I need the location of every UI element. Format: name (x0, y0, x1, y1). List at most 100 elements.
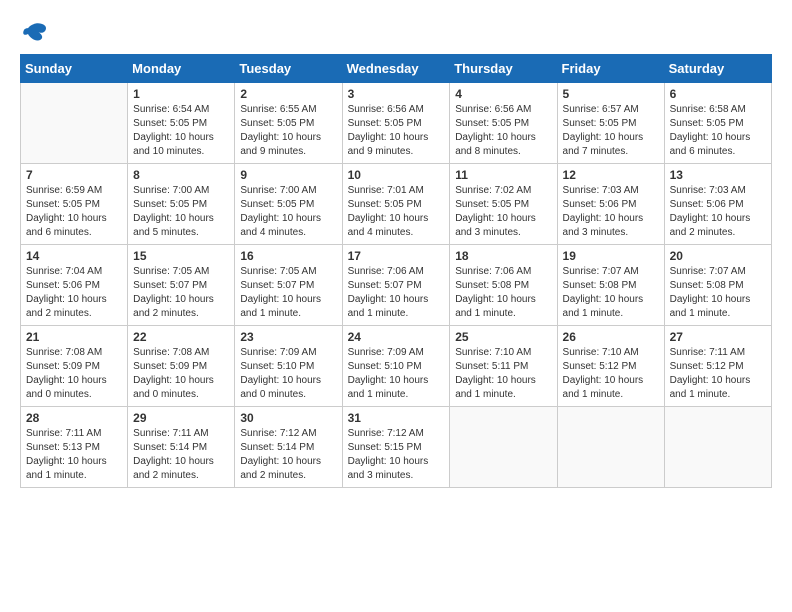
day-header-wednesday: Wednesday (342, 55, 450, 83)
day-header-saturday: Saturday (664, 55, 771, 83)
day-number: 16 (240, 249, 336, 263)
calendar-table: SundayMondayTuesdayWednesdayThursdayFrid… (20, 54, 772, 488)
calendar-cell: 22 Sunrise: 7:08 AM Sunset: 5:09 PM Dayli… (128, 326, 235, 407)
day-header-thursday: Thursday (450, 55, 557, 83)
day-number: 4 (455, 87, 551, 101)
day-number: 1 (133, 87, 229, 101)
day-number: 30 (240, 411, 336, 425)
day-info: Sunrise: 7:08 AM Sunset: 5:09 PM Dayligh… (133, 346, 229, 402)
day-number: 14 (26, 249, 122, 263)
calendar-week-row: 7 Sunrise: 6:59 AM Sunset: 5:05 PM Daylig… (21, 164, 772, 245)
day-info: Sunrise: 7:05 AM Sunset: 5:07 PM Dayligh… (133, 265, 229, 321)
calendar-week-row: 21 Sunrise: 7:08 AM Sunset: 5:09 PM Dayli… (21, 326, 772, 407)
day-info: Sunrise: 7:09 AM Sunset: 5:10 PM Dayligh… (240, 346, 336, 402)
calendar-cell: 14 Sunrise: 7:04 AM Sunset: 5:06 PM Dayli… (21, 245, 128, 326)
calendar-cell: 4Sunrise: 6:56 AM Sunset: 5:05 PM Daylig… (450, 83, 557, 164)
day-info: Sunrise: 7:10 AM Sunset: 5:12 PM Dayligh… (563, 346, 659, 402)
calendar-cell: 28 Sunrise: 7:11 AM Sunset: 5:13 PM Dayli… (21, 407, 128, 488)
day-info: Sunrise: 7:11 AM Sunset: 5:13 PM Dayligh… (26, 427, 122, 483)
day-info: Sunrise: 7:00 AM Sunset: 5:05 PM Dayligh… (133, 184, 229, 240)
day-number: 23 (240, 330, 336, 344)
day-info: Sunrise: 6:54 AM Sunset: 5:05 PM Dayligh… (133, 103, 229, 159)
calendar-cell: 24 Sunrise: 7:09 AM Sunset: 5:10 PM Dayli… (342, 326, 450, 407)
day-info: Sunrise: 7:11 AM Sunset: 5:12 PM Dayligh… (670, 346, 766, 402)
calendar-cell: 8Sunrise: 7:00 AM Sunset: 5:05 PM Daylig… (128, 164, 235, 245)
calendar-cell: 21 Sunrise: 7:08 AM Sunset: 5:09 PM Dayli… (21, 326, 128, 407)
day-info: Sunrise: 6:58 AM Sunset: 5:05 PM Dayligh… (670, 103, 766, 159)
calendar-week-row: 1 Sunrise: 6:54 AM Sunset: 5:05 PM Daylig… (21, 83, 772, 164)
day-number: 19 (563, 249, 659, 263)
calendar-cell: 19 Sunrise: 7:07 AM Sunset: 5:08 PM Dayli… (557, 245, 664, 326)
day-number: 25 (455, 330, 551, 344)
day-info: Sunrise: 7:03 AM Sunset: 5:06 PM Dayligh… (670, 184, 766, 240)
calendar-cell: 18 Sunrise: 7:06 AM Sunset: 5:08 PM Dayli… (450, 245, 557, 326)
day-number: 13 (670, 168, 766, 182)
day-info: Sunrise: 7:00 AM Sunset: 5:05 PM Dayligh… (240, 184, 336, 240)
day-number: 10 (348, 168, 445, 182)
day-info: Sunrise: 7:10 AM Sunset: 5:11 PM Dayligh… (455, 346, 551, 402)
day-number: 12 (563, 168, 659, 182)
day-number: 24 (348, 330, 445, 344)
day-info: Sunrise: 6:57 AM Sunset: 5:05 PM Dayligh… (563, 103, 659, 159)
day-number: 6 (670, 87, 766, 101)
day-number: 17 (348, 249, 445, 263)
day-header-sunday: Sunday (21, 55, 128, 83)
calendar-week-row: 28 Sunrise: 7:11 AM Sunset: 5:13 PM Dayli… (21, 407, 772, 488)
day-number: 5 (563, 87, 659, 101)
calendar-cell: 20Sunrise: 7:07 AM Sunset: 5:08 PM Dayli… (664, 245, 771, 326)
calendar-cell: 30 Sunrise: 7:12 AM Sunset: 5:14 PM Dayli… (235, 407, 342, 488)
day-info: Sunrise: 7:06 AM Sunset: 5:08 PM Dayligh… (455, 265, 551, 321)
day-number: 2 (240, 87, 336, 101)
day-number: 28 (26, 411, 122, 425)
calendar-cell: 15 Sunrise: 7:05 AM Sunset: 5:07 PM Dayli… (128, 245, 235, 326)
day-number: 15 (133, 249, 229, 263)
day-info: Sunrise: 7:12 AM Sunset: 5:15 PM Dayligh… (348, 427, 445, 483)
calendar-cell: 13 Sunrise: 7:03 AM Sunset: 5:06 PM Dayli… (664, 164, 771, 245)
calendar-cell (21, 83, 128, 164)
calendar-cell: 31Sunrise: 7:12 AM Sunset: 5:15 PM Dayli… (342, 407, 450, 488)
day-info: Sunrise: 7:04 AM Sunset: 5:06 PM Dayligh… (26, 265, 122, 321)
logo (20, 20, 52, 44)
day-number: 22 (133, 330, 229, 344)
calendar-cell: 2 Sunrise: 6:55 AM Sunset: 5:05 PM Daylig… (235, 83, 342, 164)
day-info: Sunrise: 7:12 AM Sunset: 5:14 PM Dayligh… (240, 427, 336, 483)
day-info: Sunrise: 6:59 AM Sunset: 5:05 PM Dayligh… (26, 184, 122, 240)
calendar-cell: 7 Sunrise: 6:59 AM Sunset: 5:05 PM Daylig… (21, 164, 128, 245)
day-info: Sunrise: 7:08 AM Sunset: 5:09 PM Dayligh… (26, 346, 122, 402)
day-number: 27 (670, 330, 766, 344)
calendar-cell: 5 Sunrise: 6:57 AM Sunset: 5:05 PM Daylig… (557, 83, 664, 164)
calendar-cell: 10Sunrise: 7:01 AM Sunset: 5:05 PM Dayli… (342, 164, 450, 245)
day-info: Sunrise: 7:11 AM Sunset: 5:14 PM Dayligh… (133, 427, 229, 483)
day-info: Sunrise: 6:56 AM Sunset: 5:05 PM Dayligh… (348, 103, 445, 159)
calendar-cell: 26 Sunrise: 7:10 AM Sunset: 5:12 PM Dayli… (557, 326, 664, 407)
day-number: 29 (133, 411, 229, 425)
day-info: Sunrise: 7:07 AM Sunset: 5:08 PM Dayligh… (563, 265, 659, 321)
calendar-cell: 6 Sunrise: 6:58 AM Sunset: 5:05 PM Daylig… (664, 83, 771, 164)
page-header (20, 20, 772, 44)
calendar-cell: 29 Sunrise: 7:11 AM Sunset: 5:14 PM Dayli… (128, 407, 235, 488)
calendar-cell (664, 407, 771, 488)
calendar-cell (557, 407, 664, 488)
day-number: 20 (670, 249, 766, 263)
calendar-cell: 17Sunrise: 7:06 AM Sunset: 5:07 PM Dayli… (342, 245, 450, 326)
calendar-cell: 25 Sunrise: 7:10 AM Sunset: 5:11 PM Dayli… (450, 326, 557, 407)
day-number: 7 (26, 168, 122, 182)
day-info: Sunrise: 6:55 AM Sunset: 5:05 PM Dayligh… (240, 103, 336, 159)
day-number: 3 (348, 87, 445, 101)
calendar-cell: 12Sunrise: 7:03 AM Sunset: 5:06 PM Dayli… (557, 164, 664, 245)
day-number: 21 (26, 330, 122, 344)
calendar-cell: 16Sunrise: 7:05 AM Sunset: 5:07 PM Dayli… (235, 245, 342, 326)
day-number: 11 (455, 168, 551, 182)
day-number: 26 (563, 330, 659, 344)
logo-bird-icon (20, 20, 48, 44)
calendar-cell: 1 Sunrise: 6:54 AM Sunset: 5:05 PM Daylig… (128, 83, 235, 164)
calendar-header-row: SundayMondayTuesdayWednesdayThursdayFrid… (21, 55, 772, 83)
day-header-friday: Friday (557, 55, 664, 83)
day-number: 18 (455, 249, 551, 263)
day-header-monday: Monday (128, 55, 235, 83)
calendar-cell: 9Sunrise: 7:00 AM Sunset: 5:05 PM Daylig… (235, 164, 342, 245)
day-header-tuesday: Tuesday (235, 55, 342, 83)
day-info: Sunrise: 7:09 AM Sunset: 5:10 PM Dayligh… (348, 346, 445, 402)
calendar-cell: 23 Sunrise: 7:09 AM Sunset: 5:10 PM Dayli… (235, 326, 342, 407)
calendar-cell: 27 Sunrise: 7:11 AM Sunset: 5:12 PM Dayli… (664, 326, 771, 407)
